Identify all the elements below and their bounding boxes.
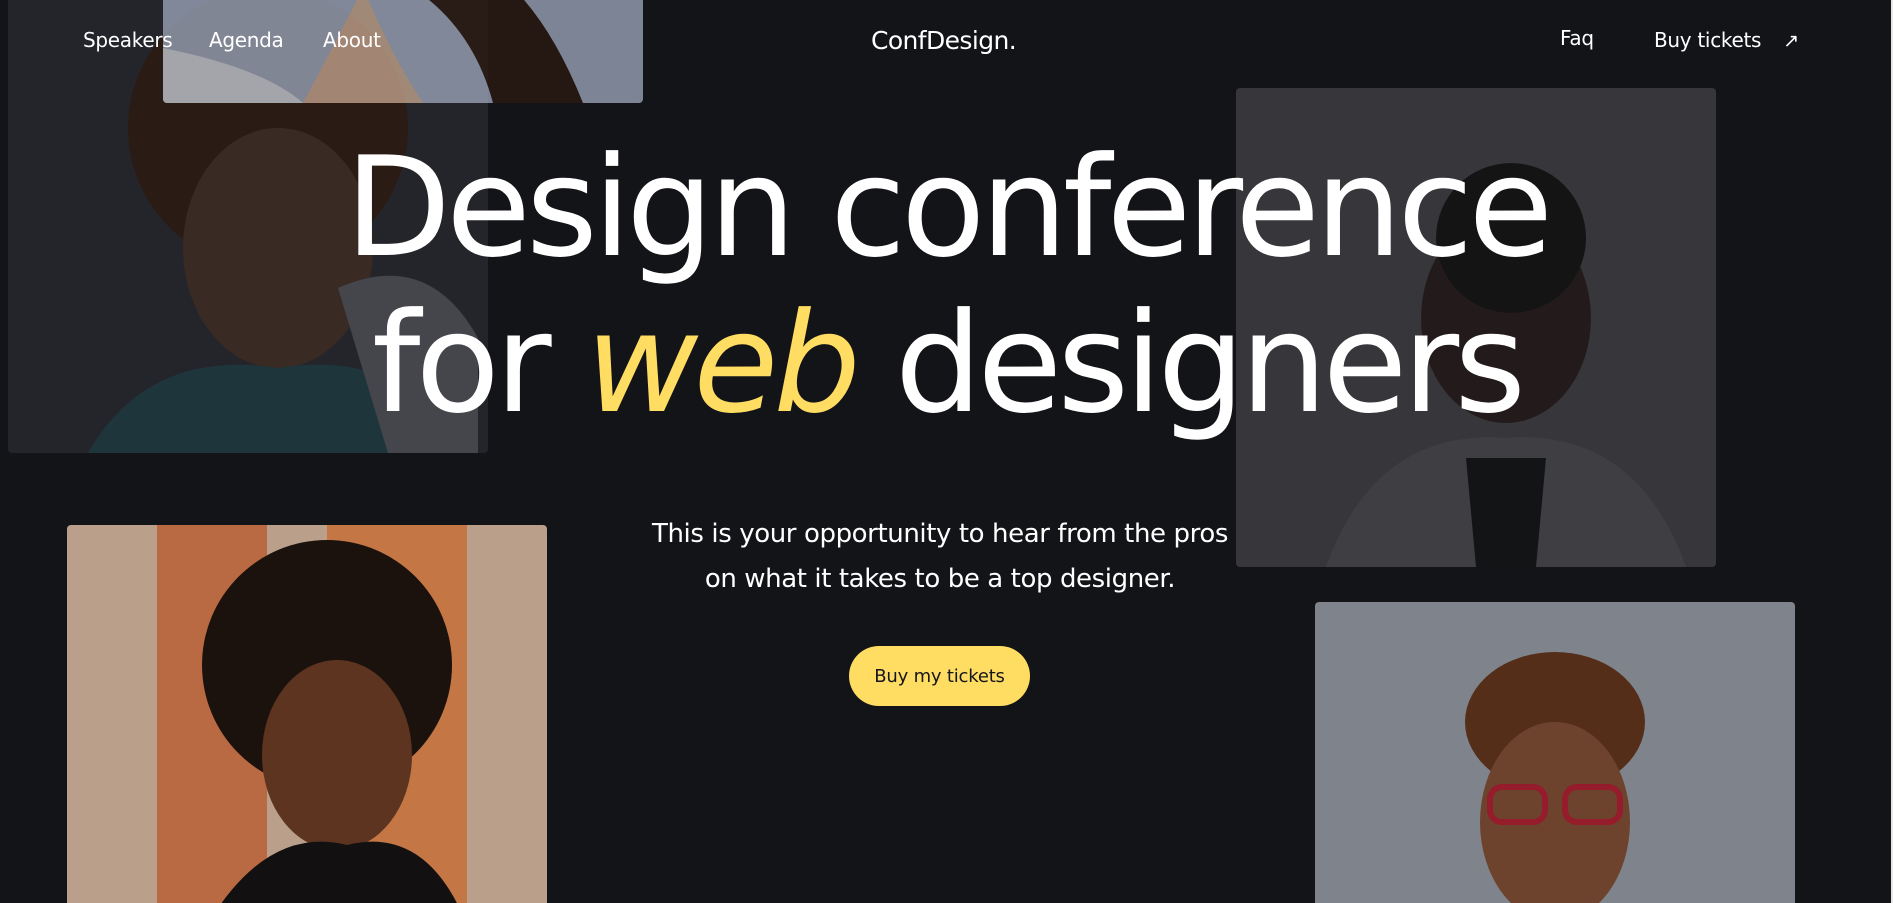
hero-line-2-after: designers — [855, 283, 1526, 444]
buy-tickets-label: Buy tickets — [1654, 28, 1762, 52]
nav-link-about[interactable]: About — [323, 28, 381, 52]
site-logo[interactable]: ConfDesign. — [871, 26, 1017, 55]
hero-headline: Design conference for web designers — [0, 130, 1893, 442]
hero-line-2: for web designers — [0, 286, 1893, 442]
arrow-up-right-icon: ↗ — [1783, 30, 1799, 52]
speaker-photo-5 — [1315, 602, 1795, 903]
buy-tickets-link[interactable]: Buy tickets ↗ — [1654, 28, 1799, 52]
subtitle-line-2: on what it takes to be a top designer. — [704, 564, 1176, 594]
nav-link-faq[interactable]: Faq — [1560, 26, 1594, 50]
buy-my-tickets-button[interactable]: Buy my tickets — [849, 646, 1030, 706]
nav-link-agenda[interactable]: Agenda — [209, 28, 284, 52]
hero-line-2-before: for — [371, 283, 586, 444]
nav-link-speakers[interactable]: Speakers — [83, 28, 173, 52]
speaker-photo-4 — [67, 525, 547, 903]
hero-subtitle: This is your opportunity to hear from th… — [560, 512, 1320, 602]
subtitle-line-1: This is your opportunity to hear from th… — [652, 519, 1228, 549]
hero-line-1: Design conference — [344, 127, 1553, 288]
hero-accent-word: web — [585, 283, 861, 444]
